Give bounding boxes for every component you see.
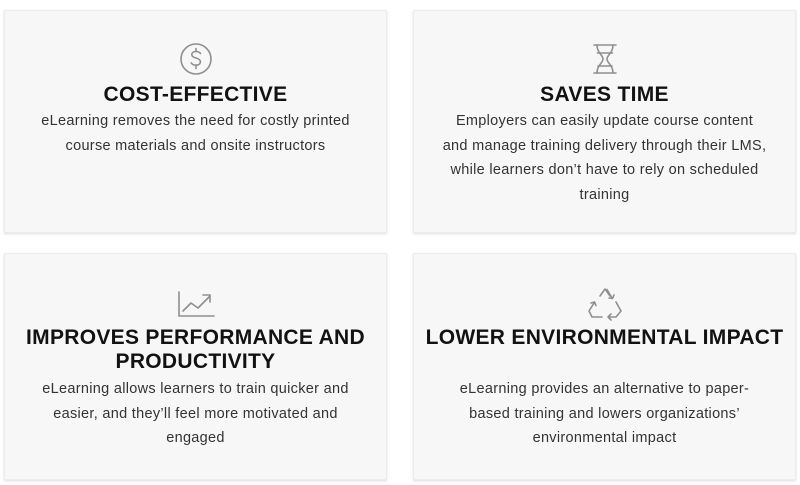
card-description: eLearning provides an alternative to pap… [459, 381, 750, 446]
card-title: IMPROVES PERFORMANCE AND PRODUCTIVITY [26, 326, 365, 373]
benefit-card-cost-effective: COST-EFFECTIVE eLearning removes the nee… [4, 10, 387, 233]
card-description: eLearning allows learners to train quick… [42, 381, 349, 446]
card-title: COST-EFFECTIVE [103, 83, 288, 106]
benefit-card-lower-environmental-impact: LOWER ENVIRONMENTAL IMPACT eLearning pro… [413, 253, 796, 480]
card-description: eLearning removes the need for costly pr… [41, 113, 350, 154]
benefit-card-improves-performance: IMPROVES PERFORMANCE AND PRODUCTIVITY eL… [4, 253, 387, 480]
trend-up-icon [176, 286, 216, 322]
card-title: SAVES TIME [540, 83, 669, 106]
card-description: Employers can easily update course conte… [442, 113, 767, 203]
hourglass-icon [585, 41, 625, 77]
dollar-coin-icon [176, 41, 216, 77]
card-title: LOWER ENVIRONMENTAL IMPACT [425, 326, 784, 349]
benefit-card-saves-time: SAVES TIME Employers can easily update c… [413, 10, 796, 233]
recycle-icon [585, 286, 625, 322]
